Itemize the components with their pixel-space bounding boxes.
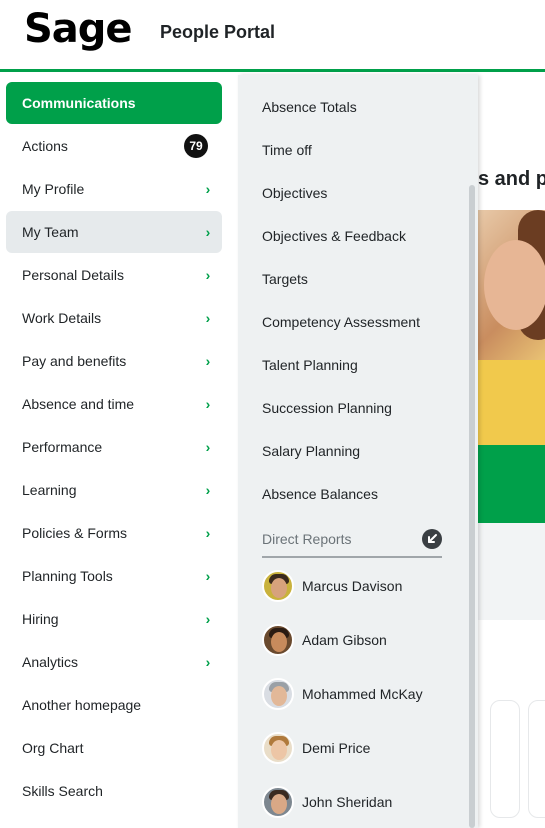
avatar-face (271, 794, 287, 814)
report-name: John Sheridan (302, 794, 393, 810)
direct-reports-title: Direct Reports (262, 531, 352, 547)
sidebar-item-absence-and-time[interactable]: Absence and time › (6, 383, 222, 425)
submenu-item-absence-balances[interactable]: Absence Balances (262, 479, 442, 509)
sidebar-item-label: My Team (22, 224, 79, 240)
sidebar-item-policies-forms[interactable]: Policies & Forms › (6, 512, 222, 554)
sidebar-item-label: Learning (22, 482, 77, 498)
chevron-right-icon: › (205, 224, 211, 240)
chevron-right-icon: › (205, 654, 211, 670)
submenu-item-objectives-feedback[interactable]: Objectives & Feedback (262, 221, 442, 251)
submenu-item-salary-planning[interactable]: Salary Planning (262, 436, 442, 466)
sidebar-item-label: Communications (22, 95, 136, 111)
sidebar-item-another-homepage[interactable]: Another homepage (6, 684, 222, 726)
chevron-right-icon: › (205, 353, 211, 369)
sidebar-item-personal-details[interactable]: Personal Details › (6, 254, 222, 296)
sidebar-item-label: Policies & Forms (22, 525, 128, 541)
submenu-item-objectives[interactable]: Objectives (262, 178, 442, 208)
sidebar-item-label: Org Chart (22, 740, 84, 756)
sidebar-item-label: Pay and benefits (22, 353, 127, 369)
top-header: Sage People Portal (0, 0, 545, 72)
avatar (262, 786, 294, 818)
submenu-item-absence-totals[interactable]: Absence Totals (262, 92, 442, 122)
sidebar-item-label: Another homepage (22, 697, 142, 713)
report-name: Demi Price (302, 740, 371, 756)
portal-title: People Portal (160, 22, 276, 42)
chevron-right-icon: › (205, 611, 211, 627)
sidebar-item-label: Planning Tools (22, 568, 113, 584)
chevron-right-icon: › (205, 310, 211, 326)
direct-report-item[interactable]: Marcus Davison (262, 569, 462, 603)
hero-shirt-shape (478, 360, 545, 445)
chevron-right-icon: › (205, 267, 211, 283)
avatar-face (271, 686, 287, 706)
sidebar-item-org-chart[interactable]: Org Chart (6, 727, 222, 769)
sidebar-item-learning[interactable]: Learning › (6, 469, 222, 511)
sidebar-item-my-team[interactable]: My Team › (6, 211, 222, 253)
main-card[interactable] (490, 700, 520, 818)
sidebar-item-communications[interactable]: Communications (6, 82, 222, 124)
sage-logo[interactable]: Sage (24, 6, 133, 52)
hero-banner (478, 445, 545, 523)
direct-reports-header[interactable]: Direct Reports (262, 522, 442, 558)
chevron-right-icon: › (205, 482, 211, 498)
sidebar-item-my-profile[interactable]: My Profile › (6, 168, 222, 210)
sidebar-item-label: Analytics (22, 654, 79, 670)
main-heading: s and p (478, 168, 545, 190)
submenu-scrollbar[interactable] (469, 185, 475, 828)
sidebar-item-hiring[interactable]: Hiring › (6, 598, 222, 640)
direct-report-item[interactable]: Adam Gibson (262, 623, 462, 657)
avatar-face (271, 578, 287, 598)
chevron-right-icon: › (205, 181, 211, 197)
hero-image (478, 210, 545, 445)
chevron-right-icon: › (205, 525, 211, 541)
my-team-submenu: Absence Totals Time off Objectives Objec… (238, 75, 478, 828)
report-name: Adam Gibson (302, 632, 387, 648)
sidebar-nav: Communications Actions 79 My Profile › M… (0, 75, 238, 828)
avatar (262, 732, 294, 764)
sidebar-item-skills-search[interactable]: Skills Search (6, 770, 222, 812)
sidebar-item-pay-and-benefits[interactable]: Pay and benefits › (6, 340, 222, 382)
report-name: Mohammed McKay (302, 686, 423, 702)
sidebar-item-label: Skills Search (22, 783, 103, 799)
sidebar-item-work-details[interactable]: Work Details › (6, 297, 222, 339)
avatar-face (271, 740, 287, 760)
chevron-right-icon: › (205, 396, 211, 412)
actions-count-badge: 79 (184, 134, 208, 158)
avatar (262, 678, 294, 710)
sidebar-item-label: My Profile (22, 181, 85, 197)
main-card[interactable] (528, 700, 545, 818)
avatar (262, 624, 294, 656)
sidebar-item-label: Absence and time (22, 396, 135, 412)
sidebar-item-performance[interactable]: Performance › (6, 426, 222, 468)
direct-report-item[interactable]: John Sheridan (262, 785, 462, 819)
report-name: Marcus Davison (302, 578, 403, 594)
avatar (262, 570, 294, 602)
submenu-item-time-off[interactable]: Time off (262, 135, 442, 165)
direct-report-item[interactable]: Demi Price (262, 731, 462, 765)
submenu-item-competency-assessment[interactable]: Competency Assessment (262, 307, 442, 337)
sidebar-item-analytics[interactable]: Analytics › (6, 641, 222, 683)
sidebar-item-actions[interactable]: Actions 79 (6, 125, 222, 167)
sidebar-item-planning-tools[interactable]: Planning Tools › (6, 555, 222, 597)
avatar-face (271, 632, 287, 652)
arrow-down-left-icon[interactable] (422, 529, 442, 549)
sidebar-item-label: Work Details (22, 310, 102, 326)
sidebar-item-label: Hiring (22, 611, 59, 627)
hero-face-shape (484, 240, 545, 330)
chevron-right-icon: › (205, 568, 211, 584)
submenu-item-talent-planning[interactable]: Talent Planning (262, 350, 442, 380)
sidebar-item-label: Personal Details (22, 267, 124, 283)
sidebar-item-label: Performance (22, 439, 103, 455)
chevron-right-icon: › (205, 439, 211, 455)
submenu-item-targets[interactable]: Targets (262, 264, 442, 294)
direct-report-item[interactable]: Mohammed McKay (262, 677, 462, 711)
submenu-item-succession-planning[interactable]: Succession Planning (262, 393, 442, 423)
